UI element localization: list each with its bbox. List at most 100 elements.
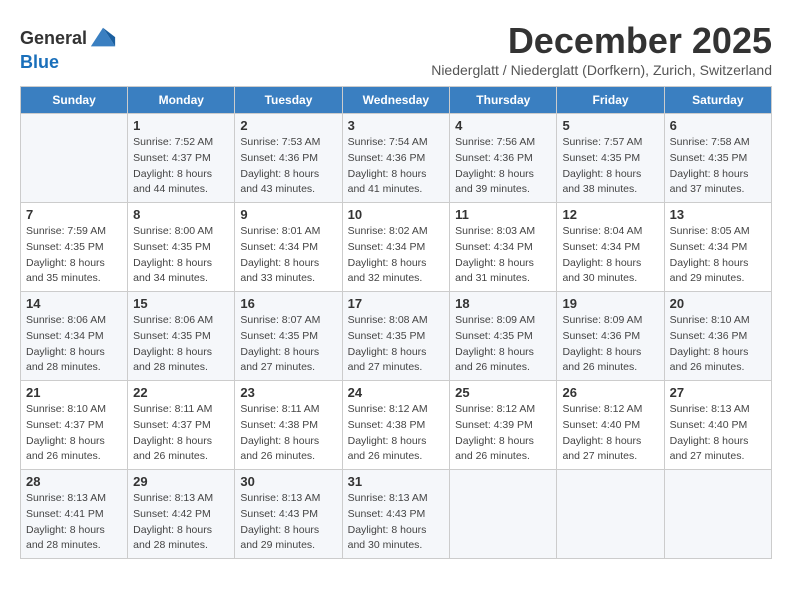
sunrise-text: Sunrise: 8:08 AM — [348, 314, 428, 326]
daylight-text: Daylight: 8 hours and 30 minutes. — [348, 524, 427, 552]
sunset-text: Sunset: 4:40 PM — [562, 419, 640, 431]
sunset-text: Sunset: 4:35 PM — [562, 152, 640, 164]
sunrise-text: Sunrise: 8:10 AM — [670, 314, 750, 326]
calendar-table: Sunday Monday Tuesday Wednesday Thursday… — [20, 86, 772, 559]
daylight-text: Daylight: 8 hours and 26 minutes. — [455, 346, 534, 374]
sunrise-text: Sunrise: 7:56 AM — [455, 136, 535, 148]
sunrise-text: Sunrise: 8:13 AM — [26, 492, 106, 504]
day-number: 9 — [240, 207, 336, 222]
day-number: 6 — [670, 118, 766, 133]
day-number: 8 — [133, 207, 229, 222]
calendar-cell: 30 Sunrise: 8:13 AM Sunset: 4:43 PM Dayl… — [235, 470, 342, 559]
header-saturday: Saturday — [664, 87, 771, 114]
calendar-cell: 11 Sunrise: 8:03 AM Sunset: 4:34 PM Dayl… — [450, 203, 557, 292]
week-row-5: 28 Sunrise: 8:13 AM Sunset: 4:41 PM Dayl… — [21, 470, 772, 559]
day-number: 19 — [562, 296, 658, 311]
day-number: 16 — [240, 296, 336, 311]
sunset-text: Sunset: 4:37 PM — [133, 419, 211, 431]
calendar-cell: 23 Sunrise: 8:11 AM Sunset: 4:38 PM Dayl… — [235, 381, 342, 470]
daylight-text: Daylight: 8 hours and 26 minutes. — [455, 435, 534, 463]
sunrise-text: Sunrise: 8:13 AM — [670, 403, 750, 415]
daylight-text: Daylight: 8 hours and 31 minutes. — [455, 257, 534, 285]
sunrise-text: Sunrise: 8:06 AM — [26, 314, 106, 326]
daylight-text: Daylight: 8 hours and 26 minutes. — [562, 346, 641, 374]
daylight-text: Daylight: 8 hours and 27 minutes. — [348, 346, 427, 374]
daylight-text: Daylight: 8 hours and 32 minutes. — [348, 257, 427, 285]
sunrise-text: Sunrise: 8:05 AM — [670, 225, 750, 237]
sunset-text: Sunset: 4:36 PM — [455, 152, 533, 164]
daylight-text: Daylight: 8 hours and 30 minutes. — [562, 257, 641, 285]
calendar-cell — [557, 470, 664, 559]
daylight-text: Daylight: 8 hours and 43 minutes. — [240, 168, 319, 196]
sunset-text: Sunset: 4:34 PM — [348, 241, 426, 253]
sunrise-text: Sunrise: 7:54 AM — [348, 136, 428, 148]
sunrise-text: Sunrise: 8:10 AM — [26, 403, 106, 415]
daylight-text: Daylight: 8 hours and 27 minutes. — [240, 346, 319, 374]
daylight-text: Daylight: 8 hours and 26 minutes. — [348, 435, 427, 463]
daylight-text: Daylight: 8 hours and 37 minutes. — [670, 168, 749, 196]
subtitle: Niederglatt / Niederglatt (Dorfkern), Zu… — [431, 62, 772, 78]
day-number: 12 — [562, 207, 658, 222]
day-number: 15 — [133, 296, 229, 311]
day-number: 18 — [455, 296, 551, 311]
sunset-text: Sunset: 4:34 PM — [26, 330, 104, 342]
day-number: 5 — [562, 118, 658, 133]
daylight-text: Daylight: 8 hours and 26 minutes. — [26, 435, 105, 463]
day-number: 13 — [670, 207, 766, 222]
day-number: 22 — [133, 385, 229, 400]
sunrise-text: Sunrise: 8:09 AM — [562, 314, 642, 326]
calendar-cell: 19 Sunrise: 8:09 AM Sunset: 4:36 PM Dayl… — [557, 292, 664, 381]
daylight-text: Daylight: 8 hours and 44 minutes. — [133, 168, 212, 196]
daylight-text: Daylight: 8 hours and 27 minutes. — [670, 435, 749, 463]
daylight-text: Daylight: 8 hours and 28 minutes. — [133, 524, 212, 552]
sunrise-text: Sunrise: 7:52 AM — [133, 136, 213, 148]
day-number: 20 — [670, 296, 766, 311]
day-number: 10 — [348, 207, 445, 222]
sunrise-text: Sunrise: 7:59 AM — [26, 225, 106, 237]
week-row-1: 1 Sunrise: 7:52 AM Sunset: 4:37 PM Dayli… — [21, 114, 772, 203]
calendar-cell: 8 Sunrise: 8:00 AM Sunset: 4:35 PM Dayli… — [128, 203, 235, 292]
calendar-cell: 14 Sunrise: 8:06 AM Sunset: 4:34 PM Dayl… — [21, 292, 128, 381]
daylight-text: Daylight: 8 hours and 26 minutes. — [133, 435, 212, 463]
calendar-cell: 16 Sunrise: 8:07 AM Sunset: 4:35 PM Dayl… — [235, 292, 342, 381]
calendar-cell — [21, 114, 128, 203]
daylight-text: Daylight: 8 hours and 26 minutes. — [670, 346, 749, 374]
sunset-text: Sunset: 4:35 PM — [670, 152, 748, 164]
daylight-text: Daylight: 8 hours and 38 minutes. — [562, 168, 641, 196]
daylight-text: Daylight: 8 hours and 27 minutes. — [562, 435, 641, 463]
sunrise-text: Sunrise: 8:12 AM — [348, 403, 428, 415]
sunset-text: Sunset: 4:34 PM — [240, 241, 318, 253]
calendar-cell: 25 Sunrise: 8:12 AM Sunset: 4:39 PM Dayl… — [450, 381, 557, 470]
day-number: 29 — [133, 474, 229, 489]
day-number: 24 — [348, 385, 445, 400]
daylight-text: Daylight: 8 hours and 29 minutes. — [240, 524, 319, 552]
calendar-cell: 9 Sunrise: 8:01 AM Sunset: 4:34 PM Dayli… — [235, 203, 342, 292]
calendar-cell: 12 Sunrise: 8:04 AM Sunset: 4:34 PM Dayl… — [557, 203, 664, 292]
header-tuesday: Tuesday — [235, 87, 342, 114]
day-number: 1 — [133, 118, 229, 133]
header-monday: Monday — [128, 87, 235, 114]
daylight-text: Daylight: 8 hours and 34 minutes. — [133, 257, 212, 285]
month-title: December 2025 — [431, 20, 772, 62]
sunset-text: Sunset: 4:38 PM — [348, 419, 426, 431]
daylight-text: Daylight: 8 hours and 41 minutes. — [348, 168, 427, 196]
calendar-cell: 7 Sunrise: 7:59 AM Sunset: 4:35 PM Dayli… — [21, 203, 128, 292]
day-number: 4 — [455, 118, 551, 133]
sunset-text: Sunset: 4:35 PM — [26, 241, 104, 253]
sunset-text: Sunset: 4:34 PM — [455, 241, 533, 253]
sunset-text: Sunset: 4:40 PM — [670, 419, 748, 431]
calendar-cell: 17 Sunrise: 8:08 AM Sunset: 4:35 PM Dayl… — [342, 292, 450, 381]
daylight-text: Daylight: 8 hours and 28 minutes. — [133, 346, 212, 374]
calendar-cell: 31 Sunrise: 8:13 AM Sunset: 4:43 PM Dayl… — [342, 470, 450, 559]
sunset-text: Sunset: 4:41 PM — [26, 508, 104, 520]
daylight-text: Daylight: 8 hours and 33 minutes. — [240, 257, 319, 285]
daylight-text: Daylight: 8 hours and 28 minutes. — [26, 524, 105, 552]
sunset-text: Sunset: 4:35 PM — [133, 330, 211, 342]
sunset-text: Sunset: 4:36 PM — [670, 330, 748, 342]
calendar-cell: 27 Sunrise: 8:13 AM Sunset: 4:40 PM Dayl… — [664, 381, 771, 470]
sunset-text: Sunset: 4:39 PM — [455, 419, 533, 431]
sunset-text: Sunset: 4:38 PM — [240, 419, 318, 431]
sunset-text: Sunset: 4:36 PM — [562, 330, 640, 342]
sunset-text: Sunset: 4:43 PM — [240, 508, 318, 520]
sunrise-text: Sunrise: 8:12 AM — [562, 403, 642, 415]
